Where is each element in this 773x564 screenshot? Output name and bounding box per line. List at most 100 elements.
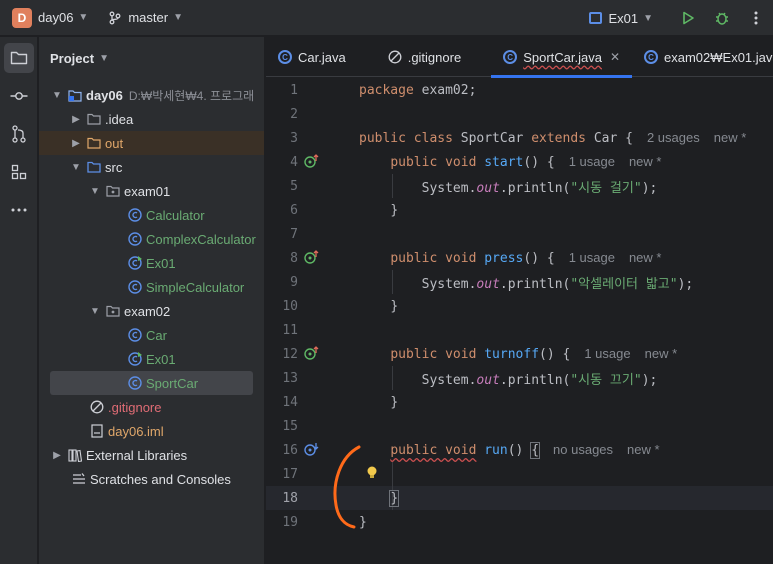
run-button[interactable] <box>671 11 705 25</box>
usages-hint[interactable]: no usages <box>553 442 613 457</box>
class-name: SportCar <box>452 131 532 146</box>
code-line: 7 <box>266 222 773 246</box>
usages-hint[interactable]: 2 usages <box>647 130 700 145</box>
structure-tool-button[interactable] <box>4 157 34 187</box>
project-name[interactable]: day06 <box>38 10 73 25</box>
method-name: start <box>484 155 524 170</box>
tree-item-sportcar[interactable]: SportCar <box>50 371 253 395</box>
branch-selector[interactable]: master ▼ <box>108 10 183 25</box>
tree-item-idea[interactable]: ▶ .idea <box>39 107 264 131</box>
code-line: 4 public void start() {1 usage new * <box>266 150 773 174</box>
debug-button[interactable] <box>705 10 739 26</box>
class-main-icon: C <box>644 50 659 64</box>
file-icon <box>89 423 105 439</box>
chevron-down-icon[interactable]: ▼ <box>78 12 88 23</box>
collapse-arrow-icon[interactable]: ▶ <box>70 114 82 125</box>
more-actions-button[interactable] <box>739 11 773 25</box>
override-gutter-icon[interactable] <box>304 250 320 268</box>
author-hint[interactable]: new * <box>629 154 662 169</box>
annotation-bracket <box>333 445 361 529</box>
tree-item-label: src <box>105 159 123 175</box>
tab-sportcar-java[interactable]: C SportCar.java ✕ <box>491 37 632 78</box>
tree-item-calculator[interactable]: Calculator <box>39 203 264 227</box>
expand-arrow-icon[interactable]: ▼ <box>89 186 101 197</box>
class-icon <box>127 231 143 247</box>
code-text: .println( <box>499 276 571 292</box>
chevron-down-icon: ▼ <box>173 12 183 23</box>
project-tool-button[interactable] <box>4 43 34 73</box>
line-number: 7 <box>290 226 298 242</box>
tree-item-gitignore[interactable]: .gitignore <box>39 395 264 419</box>
expand-arrow-icon[interactable]: ▼ <box>51 90 63 101</box>
close-icon[interactable]: ✕ <box>610 50 620 64</box>
usages-hint[interactable]: 1 usage <box>569 250 615 265</box>
author-hint[interactable]: new * <box>627 442 660 457</box>
tree-item-exam02[interactable]: ▼ exam02 <box>39 299 264 323</box>
tab-gitignore[interactable]: .gitignore <box>358 37 473 77</box>
module-folder-icon <box>67 87 83 103</box>
tree-item-scratches[interactable]: Scratches and Consoles <box>39 467 264 491</box>
line-number: 19 <box>282 514 298 530</box>
tree-item-car[interactable]: Car <box>39 323 264 347</box>
scratch-icon <box>71 471 87 487</box>
tree-item-label: ComplexCalculator <box>146 231 256 247</box>
chevron-down-icon[interactable]: ▼ <box>99 53 109 64</box>
commit-tool-button[interactable] <box>4 81 34 111</box>
tree-item-label: .gitignore <box>108 399 162 415</box>
line-number: 14 <box>282 394 298 410</box>
line-number: 13 <box>282 370 298 386</box>
editor-tabs: C Car.java .gitignore C SportCar.java ✕ … <box>266 37 773 78</box>
string-literal: "악셀레이터 밟고" <box>570 276 678 292</box>
method-name: run <box>484 443 508 458</box>
structure-icon <box>11 164 27 180</box>
tree-item-ex01[interactable]: Ex01 <box>39 251 264 275</box>
collapse-arrow-icon[interactable]: ▶ <box>51 450 63 461</box>
pull-requests-tool-button[interactable] <box>4 119 34 149</box>
usages-hint[interactable]: 1 usage <box>584 346 630 361</box>
project-panel: Project ▼ ▼ day06 D:₩박세현₩4. 프로그래 ▶ .idea… <box>39 37 265 564</box>
code-text: .println( <box>499 372 571 388</box>
tab-car-java[interactable]: C Car.java <box>266 37 358 77</box>
tree-item-exam01[interactable]: ▼ exam01 <box>39 179 264 203</box>
override-gutter-icon[interactable] <box>304 346 320 364</box>
project-badge[interactable]: D <box>12 7 32 28</box>
line-number: 4 <box>290 154 298 170</box>
class-main-icon <box>127 351 143 367</box>
override-gutter-icon[interactable] <box>304 154 320 172</box>
tab-exam02-ex01-java[interactable]: C exam02₩Ex01.java <box>632 37 773 77</box>
tree-item-src[interactable]: ▼ src <box>39 155 264 179</box>
code-text: () { <box>523 155 555 170</box>
lightbulb-icon[interactable] <box>366 465 378 485</box>
author-hint[interactable]: new * <box>629 250 662 265</box>
code-line: 1 package exam02; <box>266 78 773 102</box>
expand-arrow-icon[interactable]: ▼ <box>89 306 101 317</box>
tree-item-out[interactable]: ▶ out <box>39 131 264 155</box>
tree-item-external-libraries[interactable]: ▶ External Libraries <box>39 443 264 467</box>
tab-label: SportCar.java <box>523 49 602 65</box>
more-horizontal-icon <box>11 208 27 212</box>
string-literal: "시동 끄기" <box>570 372 642 388</box>
implement-gutter-icon[interactable] <box>304 442 320 460</box>
line-number: 12 <box>282 346 298 362</box>
usages-hint[interactable]: 1 usage <box>569 154 615 169</box>
collapse-arrow-icon[interactable]: ▶ <box>70 138 82 149</box>
author-hint[interactable]: new * <box>645 346 678 361</box>
code-text: System. <box>421 372 477 388</box>
tree-item-day06-iml[interactable]: day06.iml <box>39 419 264 443</box>
more-vertical-icon <box>754 11 758 25</box>
keyword: package <box>359 82 414 98</box>
tree-item-simplecalculator[interactable]: SimpleCalculator <box>39 275 264 299</box>
more-tools-button[interactable] <box>4 195 34 225</box>
project-panel-header[interactable]: Project ▼ <box>39 37 264 79</box>
tree-item-ex01[interactable]: Ex01 <box>39 347 264 371</box>
code-editor[interactable]: 1 package exam02; 2 3 public class Sport… <box>266 78 773 564</box>
run-config-selector[interactable]: Ex01 ▼ <box>589 11 653 26</box>
author-hint[interactable]: new * <box>714 130 747 145</box>
expand-arrow-icon[interactable]: ▼ <box>70 162 82 173</box>
code-line: 2 <box>266 102 773 126</box>
code-text: () { <box>539 347 571 362</box>
tree-item-day06[interactable]: ▼ day06 D:₩박세현₩4. 프로그래 <box>39 83 264 107</box>
code-line: 14 } <box>266 390 773 414</box>
tree-item-complexcalculator[interactable]: ComplexCalculator <box>39 227 264 251</box>
tree-item-label: SimpleCalculator <box>146 279 245 295</box>
